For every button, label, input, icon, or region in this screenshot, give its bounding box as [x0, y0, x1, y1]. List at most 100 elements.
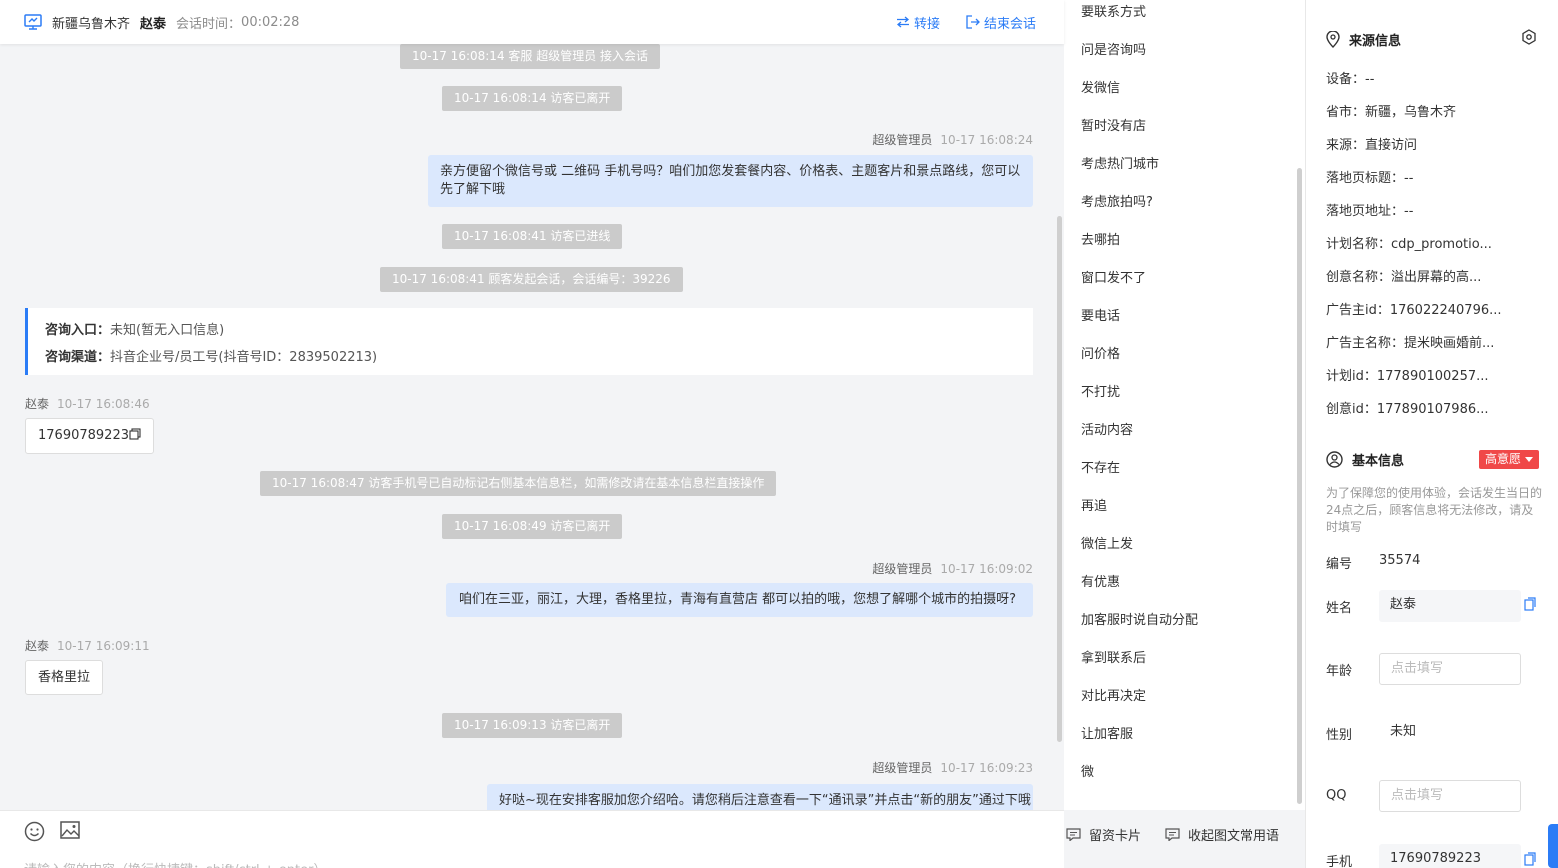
- sender-name: 超级管理员: [872, 562, 933, 576]
- chat-header: 新疆乌鲁木齐 赵泰 会话时间： 00:02:28 转接 结束会话: [0, 0, 1064, 44]
- edit-copy-icon[interactable]: [1524, 852, 1536, 866]
- visitor-message: 17690789223: [25, 418, 154, 454]
- phrase-item[interactable]: 微: [1081, 761, 1094, 780]
- agent-message: 咱们在三亚，丽江，大理，香格里拉，青海有直营店 都可以拍的哦，您想了解哪个城市的…: [446, 583, 1033, 617]
- sender-name: 赵泰: [25, 397, 50, 411]
- end-session-label: 结束会话: [984, 16, 1037, 32]
- phrase-item[interactable]: 让加客服: [1081, 723, 1133, 742]
- name-label: 姓名: [1326, 601, 1353, 616]
- message-time: 10-17 16:09:23: [940, 761, 1033, 775]
- edit-copy-icon[interactable]: [1524, 597, 1536, 611]
- intent-dropdown[interactable]: 高意愿: [1479, 450, 1540, 469]
- lead-card-button[interactable]: 留资卡片: [1066, 825, 1141, 844]
- consult-entry-value: 未知(暂无入口信息): [110, 323, 225, 338]
- system-message: 10-17 16:08:14 客服 超级管理员 接入会话: [400, 44, 661, 69]
- transfer-button[interactable]: 转接: [896, 0, 940, 44]
- source-info-title: 来源信息: [1326, 30, 1401, 49]
- phrase-item[interactable]: 去哪拍: [1081, 229, 1120, 248]
- source-landing-title: 落地页标题：--: [1326, 171, 1414, 186]
- message-input-area: 请输入您的内容（换行快捷键：shift/ctrl + enter） 留资卡片 收…: [0, 810, 1279, 868]
- phrase-item[interactable]: 要联系方式: [1081, 1, 1146, 20]
- system-message: 10-17 16:08:14 访客已离开: [442, 86, 623, 111]
- phrase-item[interactable]: 考虑旅拍吗?: [1081, 191, 1153, 210]
- sender-name: 超级管理员: [872, 761, 933, 775]
- phrase-item[interactable]: 要电话: [1081, 305, 1120, 324]
- phrase-item[interactable]: 问是咨询吗: [1081, 39, 1146, 58]
- phrases-icon: [1165, 828, 1180, 841]
- source-plan-id: 计划id：177890100257...: [1326, 369, 1489, 384]
- phrase-item[interactable]: 对比再决定: [1081, 685, 1146, 704]
- phrase-item[interactable]: 活动内容: [1081, 419, 1133, 438]
- basic-info-title: 基本信息: [1326, 450, 1404, 469]
- message-time: 10-17 16:09:11: [57, 639, 150, 653]
- location-pin-icon: [1326, 31, 1340, 48]
- chat-messages: 10-17 16:08:14 客服 超级管理员 接入会话 10-17 16:08…: [0, 44, 1064, 810]
- card-icon: [1066, 828, 1081, 841]
- source-creative-name: 创意名称：溢出屏幕的高...: [1326, 270, 1482, 285]
- source-landing-url: 落地页地址：--: [1326, 204, 1414, 219]
- phrase-item[interactable]: 加客服时说自动分配: [1081, 609, 1198, 628]
- id-label: 编号: [1326, 557, 1353, 572]
- source-province-city: 省市：新疆，乌鲁木齐: [1326, 105, 1457, 120]
- system-message: 10-17 16:08:41 顾客发起会话，会话编号：39226: [380, 267, 683, 292]
- visitor-name: 赵泰: [140, 16, 167, 32]
- visitor-location: 新疆乌鲁木齐: [52, 16, 131, 32]
- source-plan-name: 计划名称：cdp_promotio...: [1326, 237, 1492, 252]
- transfer-icon: [896, 16, 910, 28]
- message-input[interactable]: 请输入您的内容（换行快捷键：shift/ctrl + enter）: [24, 859, 327, 868]
- visitor-message: 香格里拉: [25, 660, 104, 695]
- phrase-item[interactable]: 发微信: [1081, 77, 1120, 96]
- chat-scrollbar[interactable]: [1057, 216, 1062, 742]
- phrase-item[interactable]: 问价格: [1081, 343, 1120, 362]
- sender-name: 赵泰: [25, 639, 50, 653]
- end-session-button[interactable]: 结束会话: [966, 0, 1036, 44]
- system-message: 10-17 16:08:49 访客已离开: [442, 514, 623, 539]
- image-icon[interactable]: [60, 821, 80, 839]
- phrase-item[interactable]: 拿到联系后: [1081, 647, 1146, 666]
- phone-label: 手机: [1326, 855, 1353, 868]
- system-message: 10-17 16:08:41 访客已进线: [442, 224, 623, 249]
- copy-icon[interactable]: [129, 428, 141, 440]
- consult-channel-label: 咨询渠道：: [45, 350, 111, 365]
- consult-entry-label: 咨询入口：: [45, 323, 111, 338]
- agent-message-meta: 超级管理员 10-17 16:08:24: [872, 131, 1033, 148]
- gender-select[interactable]: 未知: [1379, 717, 1521, 749]
- message-time: 10-17 16:08:46: [57, 397, 150, 411]
- basic-info-label: 基本信息: [1352, 454, 1405, 469]
- consult-info-card: 咨询入口：未知(暂无入口信息) 咨询渠道：抖音企业号/员工号(抖音号ID：283…: [25, 308, 1033, 375]
- quick-phrases-panel: 要联系方式 问是咨询吗 发微信 暂时没有店 考虑热门城市 考虑旅拍吗? 去哪拍 …: [1064, 0, 1305, 810]
- sender-name: 超级管理员: [872, 133, 933, 147]
- phrase-item[interactable]: 考虑热门城市: [1081, 153, 1159, 172]
- phrase-item[interactable]: 不存在: [1081, 457, 1120, 476]
- settings-icon[interactable]: [1521, 29, 1537, 45]
- consult-channel-value: 抖音企业号/员工号(抖音号ID：2839502213): [110, 350, 378, 365]
- visitor-message-meta: 赵泰 10-17 16:09:11: [25, 637, 150, 654]
- qq-input[interactable]: 点击填写: [1379, 780, 1521, 812]
- phrase-item[interactable]: 再追: [1081, 495, 1107, 514]
- source-advertiser-name: 广告主名称：提米映画婚前...: [1326, 336, 1495, 351]
- visitor-message-meta: 赵泰 10-17 16:08:46: [25, 395, 150, 412]
- visitor-info-panel: 来源信息 设备：-- 省市：新疆，乌鲁木齐 来源：直接访问 落地页标题：-- 落…: [1305, 0, 1558, 868]
- phrase-item[interactable]: 微信上发: [1081, 533, 1133, 552]
- source-creative-id: 创意id：177890107986...: [1326, 402, 1489, 417]
- phrases-scrollbar[interactable]: [1297, 168, 1302, 804]
- phrase-item[interactable]: 窗口发不了: [1081, 267, 1146, 286]
- agent-message: 好哒~现在安排客服加您介绍哈。请您稍后注意查看一下“通讯录”并点击“新的朋友”通…: [487, 784, 1033, 810]
- source-advertiser-id: 广告主id：176022240796...: [1326, 303, 1502, 318]
- age-input[interactable]: 点击填写: [1379, 653, 1521, 685]
- system-message: 10-17 16:09:13 访客已离开: [442, 713, 623, 738]
- agent-message-meta: 超级管理员 10-17 16:09:02: [872, 560, 1033, 577]
- name-field[interactable]: 赵泰: [1379, 590, 1521, 622]
- phrase-item[interactable]: 暂时没有店: [1081, 115, 1146, 134]
- logout-icon: [966, 15, 980, 29]
- visitor-message-text: 17690789223: [38, 428, 129, 443]
- id-value: 35574: [1379, 553, 1421, 568]
- phrase-item[interactable]: 不打扰: [1081, 381, 1120, 400]
- collapse-phrases-button[interactable]: 收起图文常用语: [1165, 825, 1279, 844]
- side-panel-toggle[interactable]: [1548, 824, 1558, 868]
- message-time: 10-17 16:08:24: [940, 133, 1033, 147]
- user-icon: [1326, 451, 1343, 468]
- emoji-icon[interactable]: [24, 821, 45, 842]
- phone-field[interactable]: 17690789223: [1379, 844, 1521, 868]
- phrase-item[interactable]: 有优惠: [1081, 571, 1120, 590]
